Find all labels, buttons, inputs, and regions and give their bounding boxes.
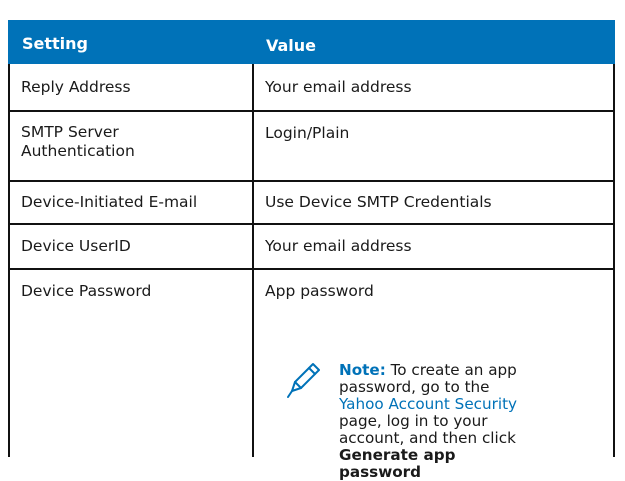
row-setting-device-initiated-email: Device-Initiated E-mail (21, 193, 198, 211)
row-divider (8, 268, 615, 270)
row-value-smtp-auth: Login/Plain (265, 124, 350, 142)
note-label: Note: (339, 361, 386, 379)
row-divider (8, 223, 615, 225)
row-setting-smtp-auth-line1: SMTP Server (21, 123, 119, 141)
generate-app-password-text: Generate app password (339, 446, 456, 481)
row-divider (8, 180, 615, 182)
row-setting-reply-address: Reply Address (21, 78, 131, 96)
row-value-device-userid: Your email address (265, 237, 412, 255)
row-setting-smtp-auth-line2: Authentication (21, 142, 135, 160)
row-value-device-password: App password (265, 282, 374, 300)
table-border-left (8, 64, 10, 457)
note-text-after-link: page, log in to your account, and then c… (339, 412, 516, 447)
table-column-divider (252, 64, 254, 457)
pencil-icon (287, 363, 320, 398)
header-value: Value (266, 36, 317, 55)
row-setting-device-userid: Device UserID (21, 237, 131, 255)
row-divider (8, 110, 615, 112)
header-setting: Setting (22, 34, 88, 53)
row-value-reply-address: Your email address (265, 78, 412, 96)
table-border-right (613, 64, 615, 457)
row-setting-device-password: Device Password (21, 282, 152, 300)
table-header: Setting Value (8, 20, 615, 64)
note-text: Note: To create an app password, go to t… (339, 362, 519, 481)
row-value-device-initiated-email: Use Device SMTP Credentials (265, 193, 492, 211)
yahoo-account-security-link[interactable]: Yahoo Account Security (339, 395, 517, 413)
